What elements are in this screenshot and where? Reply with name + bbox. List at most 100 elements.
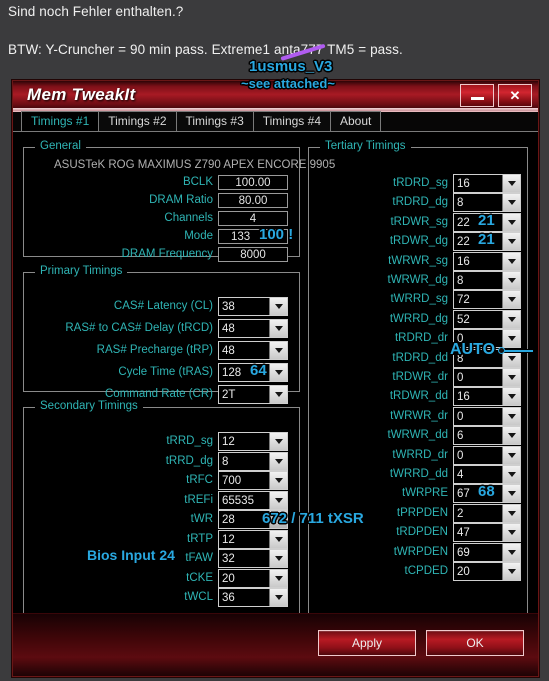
secondary-combo-trefi[interactable]: 65535 bbox=[218, 491, 288, 510]
chevron-down-icon[interactable] bbox=[502, 427, 520, 444]
combo-value: 128 bbox=[222, 367, 242, 379]
tab-label: About bbox=[340, 114, 372, 128]
minimize-button[interactable] bbox=[460, 84, 494, 107]
combo-value: 16 bbox=[457, 391, 470, 403]
combo-value: 8 bbox=[222, 456, 229, 468]
tab-timings-3[interactable]: Timings #3 bbox=[175, 111, 254, 131]
tab-timings-2[interactable]: Timings #2 bbox=[98, 111, 177, 131]
chevron-down-icon[interactable] bbox=[502, 447, 520, 464]
chevron-down-icon[interactable] bbox=[502, 233, 520, 250]
annotation-trfc: 672 / 711 tXSR bbox=[262, 510, 364, 527]
tertiary-combo-twrpden[interactable]: 69 bbox=[453, 543, 521, 562]
chevron-down-icon[interactable] bbox=[269, 492, 287, 509]
tertiary-combo-tcpded[interactable]: 20 bbox=[453, 562, 521, 581]
chevron-down-icon[interactable] bbox=[502, 408, 520, 425]
chevron-down-icon[interactable] bbox=[502, 350, 520, 367]
chevron-down-icon[interactable] bbox=[502, 253, 520, 270]
tertiary-label-trdrd-sg: tRDRD_sg bbox=[393, 177, 448, 189]
chevron-down-icon[interactable] bbox=[269, 386, 287, 403]
chevron-down-icon[interactable] bbox=[269, 342, 287, 359]
chevron-down-icon[interactable] bbox=[502, 563, 520, 580]
tertiary-label-twrwr-dd: tWRWR_dd bbox=[387, 429, 449, 441]
tertiary-combo-trdrd-dg[interactable]: 8 bbox=[453, 193, 521, 212]
annotation-bios-input: Bios Input 24 bbox=[87, 547, 175, 563]
chevron-down-icon[interactable] bbox=[269, 298, 287, 315]
tertiary-combo-trdrd-sg[interactable]: 16 bbox=[453, 174, 521, 193]
tertiary-combo-twrwr-sg[interactable]: 16 bbox=[453, 252, 521, 271]
tab-timings-1[interactable]: Timings #1 bbox=[21, 111, 100, 131]
secondary-combo-trfc[interactable]: 700 bbox=[218, 471, 288, 490]
chevron-down-icon[interactable] bbox=[269, 364, 287, 381]
tab-timings-4[interactable]: Timings #4 bbox=[252, 111, 331, 131]
chevron-down-icon[interactable] bbox=[269, 433, 287, 450]
general-label-channels: Channels bbox=[164, 212, 213, 224]
tertiary-combo-twrrd-dr[interactable]: 0 bbox=[453, 446, 521, 465]
chevron-down-icon[interactable] bbox=[502, 272, 520, 289]
tertiary-combo-twrrd-sg[interactable]: 72 bbox=[453, 290, 521, 309]
tertiary-combo-trdpden[interactable]: 47 bbox=[453, 523, 521, 542]
tertiary-label-twrpden: tWRPDEN bbox=[393, 546, 448, 558]
chevron-down-icon[interactable] bbox=[269, 472, 287, 489]
ok-button[interactable]: OK bbox=[426, 630, 524, 656]
general-label-mode: Mode bbox=[184, 230, 213, 242]
chevron-down-icon[interactable] bbox=[269, 531, 287, 548]
tertiary-combo-twrwr-dg[interactable]: 8 bbox=[453, 271, 521, 290]
chevron-down-icon[interactable] bbox=[502, 505, 520, 522]
close-button[interactable]: ✕ bbox=[498, 84, 532, 107]
tertiary-label-trdwr-dd: tRDWR_dd bbox=[389, 390, 448, 402]
tertiary-note-twrpre: 68 bbox=[478, 483, 495, 500]
tab-about[interactable]: About bbox=[330, 111, 382, 131]
secondary-combo-tcke[interactable]: 20 bbox=[218, 569, 288, 588]
secondary-combo-trtp[interactable]: 12 bbox=[218, 530, 288, 549]
tertiary-combo-twrwr-dr[interactable]: 0 bbox=[453, 407, 521, 426]
chevron-down-icon[interactable] bbox=[502, 388, 520, 405]
chevron-down-icon[interactable] bbox=[502, 524, 520, 541]
secondary-label-trefi: tREFi bbox=[184, 494, 213, 506]
primary-combo-ras-precharge-trp[interactable]: 48 bbox=[218, 341, 288, 360]
tertiary-group-title: Tertiary Timings bbox=[320, 140, 411, 152]
primary-combo-command-rate-cr[interactable]: 2T bbox=[218, 385, 288, 404]
tertiary-combo-trdwr-dd[interactable]: 16 bbox=[453, 387, 521, 406]
tertiary-combo-twrrd-dg[interactable]: 52 bbox=[453, 310, 521, 329]
chevron-down-icon[interactable] bbox=[502, 330, 520, 347]
primary-group-title: Primary Timings bbox=[35, 265, 128, 277]
secondary-label-twcl: tWCL bbox=[184, 591, 213, 603]
annotation-auto: AUTO bbox=[450, 341, 496, 358]
chevron-down-icon[interactable] bbox=[502, 544, 520, 561]
primary-combo-ras-to-cas-delay-trcd[interactable]: 48 bbox=[218, 319, 288, 338]
chevron-down-icon[interactable] bbox=[269, 550, 287, 567]
chevron-down-icon[interactable] bbox=[502, 214, 520, 231]
chevron-down-icon[interactable] bbox=[502, 369, 520, 386]
apply-button[interactable]: Apply bbox=[318, 630, 416, 656]
combo-value: 28 bbox=[222, 514, 235, 526]
chevron-down-icon[interactable] bbox=[502, 466, 520, 483]
chevron-down-icon[interactable] bbox=[502, 485, 520, 502]
tertiary-label-twrwr-dg: tWRWR_dg bbox=[387, 274, 449, 286]
tertiary-combo-tprpden[interactable]: 2 bbox=[453, 504, 521, 523]
chevron-down-icon[interactable] bbox=[502, 311, 520, 328]
secondary-combo-twcl[interactable]: 36 bbox=[218, 588, 288, 607]
chevron-down-icon[interactable] bbox=[269, 453, 287, 470]
tertiary-combo-twrwr-dd[interactable]: 6 bbox=[453, 426, 521, 445]
primary-note-cycle-time-tras: 64 bbox=[250, 362, 267, 379]
general-value-channels: 4 bbox=[218, 211, 288, 226]
chevron-down-icon[interactable] bbox=[269, 570, 287, 587]
combo-value: 2 bbox=[457, 508, 464, 520]
secondary-combo-trrd-dg[interactable]: 8 bbox=[218, 452, 288, 471]
chevron-down-icon[interactable] bbox=[502, 291, 520, 308]
combo-value: 48 bbox=[222, 345, 235, 357]
tertiary-combo-trdwr-dr[interactable]: 0 bbox=[453, 368, 521, 387]
chevron-down-icon[interactable] bbox=[269, 589, 287, 606]
combo-value: 4 bbox=[457, 469, 464, 481]
tertiary-note-trdwr-dg: 21 bbox=[478, 231, 495, 248]
combo-value: 6 bbox=[457, 430, 464, 442]
secondary-combo-trrd-sg[interactable]: 12 bbox=[218, 432, 288, 451]
chevron-down-icon[interactable] bbox=[502, 194, 520, 211]
combo-value: 2T bbox=[222, 389, 236, 401]
chevron-down-icon[interactable] bbox=[269, 320, 287, 337]
tertiary-combo-twrrd-dd[interactable]: 4 bbox=[453, 465, 521, 484]
secondary-combo-tfaw[interactable]: 32 bbox=[218, 549, 288, 568]
chevron-down-icon[interactable] bbox=[502, 175, 520, 192]
memtweakit-window: Mem TweakIt ✕ Timings #1 Timings #2 Timing… bbox=[12, 80, 539, 677]
primary-combo-cas-latency-cl[interactable]: 38 bbox=[218, 297, 288, 316]
